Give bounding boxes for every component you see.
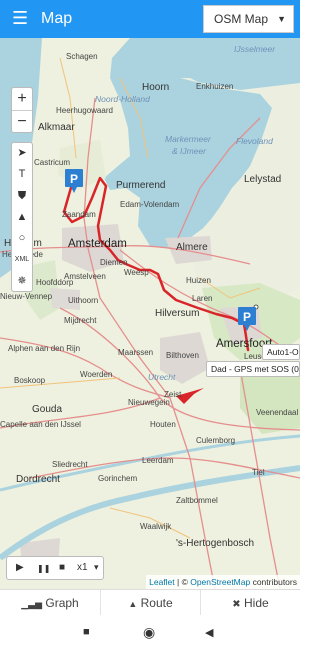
place-label: Uithoorn: [68, 296, 99, 305]
place-label: 's-Hertogenbosch: [176, 538, 255, 549]
system-navigation-bar: ■ ◉ ◀: [0, 615, 300, 650]
place-label: Boskoop: [14, 376, 46, 385]
place-label: Alphen aan den Rijn: [8, 344, 81, 353]
place-label: Capelle aan den IJssel: [0, 420, 81, 429]
app-header: ☰ Map OSM Map ▼: [0, 0, 300, 38]
bottom-action-bar: ▁▃▅ Graph ▲ Route ✖ Hide: [0, 589, 300, 616]
playback-controls: ▶ ❚❚ ■ x1 ▾: [6, 556, 104, 580]
hide-button[interactable]: ✖ Hide: [200, 590, 300, 616]
place-label: Zaandam: [62, 210, 96, 219]
zoom-in-button[interactable]: +: [12, 88, 32, 110]
playback-speed-select[interactable]: x1: [77, 562, 88, 573]
place-label: Huizen: [186, 276, 211, 285]
back-icon[interactable]: ◀: [205, 626, 213, 639]
place-label: Hilversum: [155, 308, 200, 319]
marker-letter: P: [243, 310, 251, 324]
place-label: Castricum: [34, 158, 71, 167]
region-label: Flevoland: [236, 136, 273, 146]
place-label: Diemen: [100, 258, 128, 267]
place-label: Amsterdam: [68, 238, 127, 250]
place-label: Nieuwegein: [128, 398, 170, 407]
place-label: Zaltbommel: [176, 496, 218, 505]
place-label: Gorinchem: [98, 474, 138, 483]
place-label: Mijdrecht: [64, 316, 97, 325]
zoom-out-button[interactable]: −: [12, 110, 32, 132]
place-label: Culemborg: [196, 436, 236, 445]
graph-icon: ▁▃▅: [21, 599, 43, 609]
attribution-separator: | ©: [174, 577, 191, 587]
chevron-down-icon: ▾: [94, 562, 99, 572]
circle-icon[interactable]: ○: [12, 228, 32, 249]
route-label: Route: [140, 596, 173, 610]
map-view[interactable]: Schagen Hoorn Enkhuizen Noord-Holland He…: [0, 38, 300, 589]
chevron-down-icon: ▼: [277, 14, 286, 24]
sun-icon[interactable]: ✵: [12, 271, 32, 292]
place-label: Utrecht: [148, 372, 176, 382]
map-layer-select[interactable]: OSM Map ▼: [203, 5, 294, 33]
shield-icon[interactable]: ⛊: [12, 186, 32, 207]
place-label: Heerhugowaard: [56, 106, 113, 115]
place-label: Dordrecht: [16, 474, 60, 485]
map-pin-icon: P: [65, 169, 83, 193]
road-icon: ▲: [128, 599, 138, 609]
place-label: Veenendaal: [256, 408, 299, 417]
place-label: Hoorn: [142, 82, 170, 93]
place-label: Edam-Volendam: [120, 200, 180, 209]
pause-icon[interactable]: ❚❚: [37, 564, 50, 573]
leaflet-link[interactable]: Leaflet: [149, 577, 175, 587]
vehicle-tooltip: Dad - GPS met SOS (0 k: [206, 361, 300, 377]
xml-export-button[interactable]: XML: [12, 249, 32, 270]
locate-icon[interactable]: ➤: [12, 143, 32, 164]
graph-label: Graph: [45, 596, 79, 610]
place-label: Laren: [192, 294, 213, 303]
place-label: Maarssen: [118, 348, 154, 357]
place-label: Alkmaar: [38, 122, 75, 133]
place-label: Lelystad: [244, 174, 282, 185]
map-attribution: Leaflet | © OpenStreetMap contributors: [146, 575, 300, 589]
play-icon[interactable]: ▶: [16, 562, 24, 573]
zoom-control: + −: [11, 87, 33, 133]
map-tools: ➤ T ⛊ ▲ ○ XML ✵: [11, 142, 33, 292]
place-label: Weesp: [124, 268, 149, 277]
marker-tooltip: Auto1-O: [262, 344, 300, 360]
place-label: Bilthoven: [166, 351, 199, 360]
graph-button[interactable]: ▁▃▅ Graph: [0, 590, 100, 616]
place-label: Tiel: [252, 468, 265, 477]
water-label: Markermeer: [165, 134, 211, 144]
place-label: Woerden: [80, 370, 113, 379]
parking-marker-start[interactable]: P: [64, 168, 84, 194]
page-title: Map: [41, 10, 73, 27]
place-label: Sliedrecht: [52, 460, 88, 469]
place-label: Houten: [150, 420, 176, 429]
map-layer-value: OSM Map: [214, 12, 269, 26]
menu-icon[interactable]: ☰: [12, 9, 28, 27]
place-label: Almere: [176, 242, 208, 253]
place-label: Waalwijk: [140, 522, 172, 531]
close-icon: ✖: [232, 599, 241, 610]
home-icon[interactable]: ◉: [143, 624, 155, 641]
place-label: Hoofddorp: [36, 278, 74, 287]
water-label: IJsselmeer: [234, 44, 276, 54]
marker-letter: P: [70, 172, 78, 186]
text-tool-icon[interactable]: T: [12, 164, 32, 185]
place-label: Gouda: [32, 404, 63, 415]
road-icon[interactable]: ▲: [12, 207, 32, 228]
parking-marker-end[interactable]: P: [237, 306, 257, 332]
water-label: & IJmeer: [172, 146, 207, 156]
recents-icon[interactable]: ■: [83, 626, 90, 638]
place-label: Enkhuizen: [196, 82, 234, 91]
hide-label: Hide: [244, 596, 269, 610]
place-label: Nieuw-Vennep: [0, 292, 53, 301]
osm-link[interactable]: OpenStreetMap: [190, 577, 250, 587]
place-label: Leerdam: [142, 456, 174, 465]
stop-icon[interactable]: ■: [59, 562, 65, 573]
place-label: Schagen: [66, 52, 98, 61]
attribution-contributors: contributors: [250, 577, 297, 587]
place-label: Purmerend: [116, 180, 166, 191]
route-button[interactable]: ▲ Route: [100, 590, 200, 616]
region-label: Noord-Holland: [95, 94, 150, 104]
map-pin-icon: P: [238, 307, 256, 331]
